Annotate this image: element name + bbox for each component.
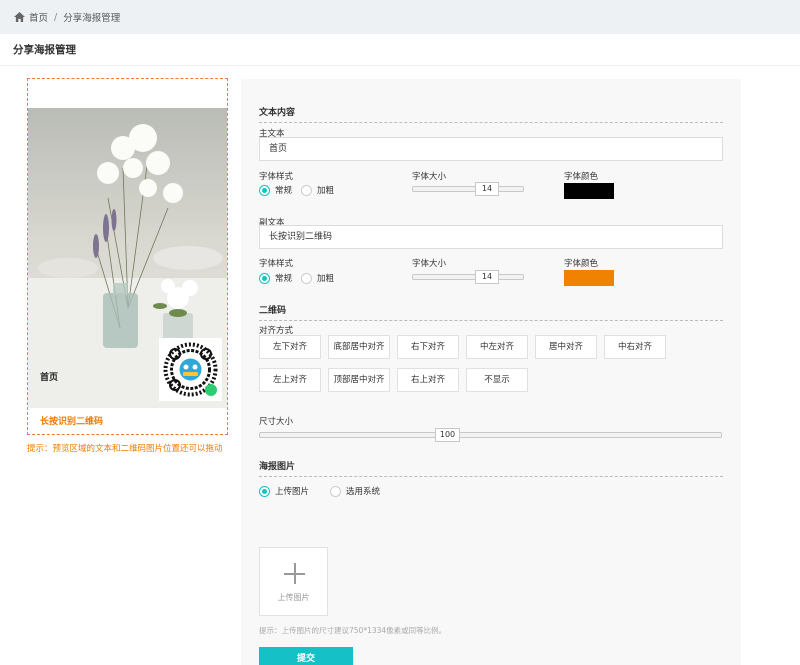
settings-form: 文本内容 主文本 首页 字体样式 常规 加粗 字体大小 14 字体颜色 副文本 … (241, 79, 741, 665)
radio-unselected-icon (301, 184, 312, 196)
poster-preview: 首页 长按识别二维码 (27, 78, 228, 435)
radio-unselected-icon (301, 272, 312, 284)
radio-selected-icon (259, 272, 270, 284)
main-card: 分享海报管理 首页 长按识别二维码 提示：预览区域的文本和二维码图片位置还可以拖… (0, 34, 800, 665)
system-image-radio[interactable]: 选用系统 (330, 485, 380, 497)
upload-image-label: 上传图片 (277, 593, 310, 602)
align-option-button[interactable]: 居中对齐 (535, 335, 597, 359)
radio-selected-icon (259, 184, 270, 196)
radio-unselected-icon (330, 485, 341, 497)
align-option-button[interactable]: 底部居中对齐 (328, 335, 390, 359)
page-title: 分享海报管理 (0, 34, 800, 66)
main-font-style-label: 字体样式 (259, 172, 294, 182)
align-option-button[interactable]: 左上对齐 (259, 368, 321, 392)
upload-image-button[interactable]: 上传图片 (259, 547, 328, 616)
align-option-button[interactable]: 中右对齐 (604, 335, 666, 359)
main-font-color-label: 字体颜色 (564, 172, 599, 182)
main-font-color-swatch[interactable] (564, 183, 614, 199)
main-font-size-slider[interactable]: 14 (412, 182, 524, 196)
sub-style-regular-radio[interactable]: 常规 (259, 272, 292, 284)
align-option-button[interactable]: 右上对齐 (397, 368, 459, 392)
sub-font-style-label: 字体样式 (259, 259, 294, 269)
main-text-input[interactable]: 首页 (259, 137, 723, 161)
breadcrumb-home[interactable]: 首页 (29, 10, 48, 24)
qr-size-slider[interactable]: 100 (259, 428, 722, 442)
plus-icon-vertical (294, 563, 296, 584)
qr-size-label: 尺寸大小 (259, 417, 294, 427)
qr-code-image[interactable] (159, 338, 222, 401)
radio-selected-icon (259, 485, 270, 497)
sub-style-bold-radio[interactable]: 加粗 (301, 272, 334, 284)
align-option-button[interactable]: 不显示 (466, 368, 528, 392)
sub-font-color-swatch[interactable] (564, 270, 614, 286)
preview-main-text[interactable]: 首页 (40, 370, 58, 383)
main-style-bold-radio[interactable]: 加粗 (301, 184, 334, 196)
breadcrumb-separator: / (54, 11, 58, 23)
breadcrumb-current: 分享海报管理 (63, 13, 121, 24)
main-style-regular-radio[interactable]: 常规 (259, 184, 292, 196)
preview-sub-text[interactable]: 长按识别二维码 (40, 414, 103, 427)
qr-size-thumb[interactable]: 100 (435, 428, 460, 442)
sub-font-size-slider[interactable]: 14 (412, 270, 524, 284)
sub-text-input[interactable]: 长按识别二维码 (259, 225, 723, 249)
sub-font-size-label: 字体大小 (412, 259, 447, 269)
sub-font-size-thumb[interactable]: 14 (475, 270, 499, 284)
upload-image-radio[interactable]: 上传图片 (259, 485, 309, 497)
submit-button[interactable]: 提交 (259, 647, 353, 665)
align-option-button[interactable]: 左下对齐 (259, 335, 321, 359)
qr-code-icon (159, 338, 222, 401)
sub-font-color-label: 字体颜色 (564, 259, 599, 269)
main-font-size-thumb[interactable]: 14 (475, 182, 499, 196)
breadcrumb: 首页 / 分享海报管理 (0, 0, 800, 34)
preview-tip: 提示：预览区域的文本和二维码图片位置还可以拖动 (27, 444, 223, 454)
poster-section-heading: 海报图片 (259, 459, 723, 477)
align-option-button[interactable]: 右下对齐 (397, 335, 459, 359)
qr-section-heading: 二维码 (259, 303, 723, 321)
text-section-heading: 文本内容 (259, 105, 723, 123)
align-option-button[interactable]: 中左对齐 (466, 335, 528, 359)
upload-hint: 提示：上传图片的尺寸建议750*1334像素或同等比例。 (259, 626, 447, 635)
home-icon (14, 12, 25, 22)
main-font-size-label: 字体大小 (412, 172, 447, 182)
align-option-button[interactable]: 顶部居中对齐 (328, 368, 390, 392)
